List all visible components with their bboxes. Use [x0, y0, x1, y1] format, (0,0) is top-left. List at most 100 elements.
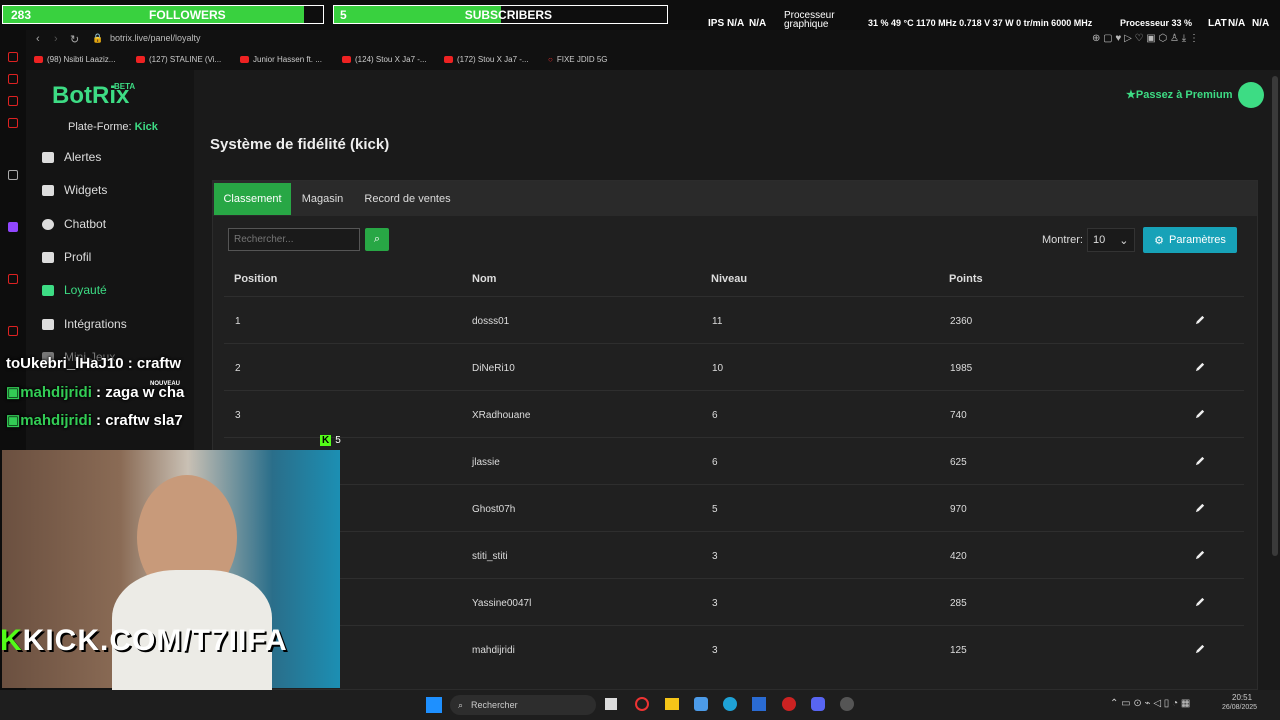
taskbar-search[interactable]: ⌕ Rechercher [450, 695, 596, 715]
task-view-icon[interactable] [605, 698, 617, 710]
settings-button[interactable]: ⚙ Paramètres [1143, 227, 1237, 253]
bookmark-item[interactable]: (127) STALINE (Vi... [136, 55, 221, 64]
bell-icon [42, 151, 54, 163]
forward-icon[interactable]: › [54, 33, 58, 45]
edit-icon[interactable] [1195, 596, 1206, 607]
edit-icon[interactable] [1195, 314, 1206, 325]
bookmark-item[interactable]: (124) Stou X Ja7 -... [342, 55, 427, 64]
bookmark-item[interactable]: (172) Stou X Ja7 -... [444, 55, 529, 64]
table-row: Ghost07h 5 970 [224, 484, 1244, 531]
cell-position: 3 [235, 410, 241, 421]
sidebar-item-chatbot[interactable]: Chatbot [42, 217, 106, 231]
cell-level: 3 [712, 551, 718, 562]
scrollbar[interactable] [1272, 76, 1278, 556]
cell-points: 2360 [950, 316, 973, 327]
cell-points: 285 [950, 598, 967, 609]
search-icon: ⌕ [373, 233, 381, 245]
chevron-down-icon: ⌄ [1119, 234, 1129, 247]
search-button[interactable]: ⌕ [365, 228, 389, 251]
sidebar-item-widgets[interactable]: Widgets [42, 183, 107, 197]
cell-name: XRadhouane [472, 410, 531, 421]
cell-name: DiNeRi10 [472, 363, 515, 374]
youtube-icon [240, 56, 249, 63]
extension-icons[interactable]: ⊕ ▢ ♥ ▷ ♡ ▣ ⬡ ♙ ⤓ ⋮ [1092, 33, 1199, 44]
lat-label: LAT [1208, 18, 1227, 29]
clock-date[interactable]: 26/08/2025 [1222, 704, 1257, 711]
bookmark-item[interactable]: ○ FIXE JDID 5G [548, 55, 608, 64]
edit-icon[interactable] [1195, 643, 1206, 654]
app-icon[interactable] [782, 697, 796, 711]
panel-icon[interactable] [8, 326, 18, 336]
opera-icon: ○ [548, 55, 553, 64]
premium-link[interactable]: ★Passez à Premium [1126, 88, 1233, 101]
search-input[interactable] [228, 228, 360, 251]
page-title: Système de fidélité (kick) [210, 136, 390, 153]
subscribers-goal-bar: 5 SUBSCRIBERS 10 [333, 5, 668, 24]
sidebar-item-profil[interactable]: Profil [42, 250, 91, 264]
edge-icon[interactable] [723, 697, 737, 711]
discord-icon[interactable] [811, 697, 825, 711]
followers-goal-bar: 283 FOLLOWERS 300 [2, 5, 324, 24]
tab-magasin[interactable]: Magasin [294, 183, 351, 215]
cell-name: jlassie [472, 457, 500, 468]
chat-username: mahdijridi [20, 412, 92, 429]
platform-value[interactable]: Kick [135, 121, 158, 133]
windows-start-icon[interactable] [426, 697, 442, 713]
followers-current: 283 [11, 7, 32, 22]
bookmark-item[interactable]: Junior Hassen ft. ... [240, 55, 322, 64]
panel-icon[interactable] [8, 274, 18, 284]
panel-icon[interactable] [8, 96, 18, 106]
panel-icon[interactable] [8, 170, 18, 180]
show-label: Montrer: [1042, 234, 1083, 246]
table-row: jlassie 6 625 [224, 437, 1244, 484]
cell-position: 1 [235, 316, 241, 327]
panel-icon[interactable] [8, 52, 18, 62]
cell-level: 6 [712, 410, 718, 421]
tab-record-ventes[interactable]: Record de ventes [356, 183, 459, 215]
table-row: mahdijridi 3 125 [224, 625, 1244, 672]
show-select[interactable]: 10 ⌄ [1087, 228, 1135, 252]
sidebar-item-loyaute[interactable]: Loyauté [42, 283, 107, 297]
cell-name: dosss01 [472, 316, 510, 327]
copilot-icon[interactable] [694, 697, 708, 711]
table-row: stiti_stiti 3 420 [224, 531, 1244, 578]
edit-icon[interactable] [1195, 549, 1206, 560]
youtube-icon [342, 56, 351, 63]
edit-icon[interactable] [1195, 455, 1206, 466]
folder-icon[interactable] [665, 698, 679, 710]
panel-icon[interactable] [8, 74, 18, 84]
cell-level: 11 [712, 316, 723, 327]
search-icon: ⌕ [458, 699, 464, 710]
edit-icon[interactable] [1195, 361, 1206, 372]
back-icon[interactable]: ‹ [36, 33, 40, 45]
store-icon[interactable] [752, 697, 766, 711]
sidebar-item-alertes[interactable]: Alertes [42, 150, 101, 164]
col-points[interactable]: Points [949, 273, 983, 285]
edit-icon[interactable] [1195, 408, 1206, 419]
gpu-stats: 31 % 49 °C 1170 MHz 0.718 V 37 W 0 tr/mi… [868, 18, 1093, 28]
clock-time[interactable]: 20:51 [1232, 693, 1252, 702]
col-niveau[interactable]: Niveau [711, 273, 747, 285]
sidebar-item-integrations[interactable]: Intégrations [42, 317, 127, 331]
obs-icon[interactable] [840, 697, 854, 711]
cell-points: 740 [950, 410, 967, 421]
kick-channel-banner: KKICK.COM/T7IIFA [0, 624, 288, 658]
kick-logo: K [0, 624, 23, 657]
tab-classement[interactable]: Classement [214, 183, 291, 215]
tray-icons[interactable]: ⌃ ▭ ⊙ ⌁ ◁ ▯ ◔ ▦ [1110, 698, 1190, 709]
chat-message: ▣mahdijridi : zaga w cha [6, 383, 184, 401]
avatar[interactable] [1238, 82, 1264, 108]
col-nom[interactable]: Nom [472, 273, 496, 285]
url-text[interactable]: botrix.live/panel/loyalty [110, 33, 201, 43]
opera-icon[interactable] [635, 697, 649, 711]
widgets-icon [42, 184, 54, 196]
panel-icon[interactable] [8, 118, 18, 128]
edit-icon[interactable] [1195, 502, 1206, 513]
cell-level: 6 [712, 457, 718, 468]
bookmark-item[interactable]: (98) Nsibti Laaziz... [34, 55, 115, 64]
twitch-icon[interactable] [8, 222, 18, 232]
reload-icon[interactable]: ↻ [70, 33, 79, 46]
bookmarks-bar: (98) Nsibti Laaziz... (127) STALINE (Vi.… [26, 50, 1280, 70]
col-position[interactable]: Position [234, 273, 277, 285]
followers-label: FOLLOWERS [149, 7, 226, 22]
